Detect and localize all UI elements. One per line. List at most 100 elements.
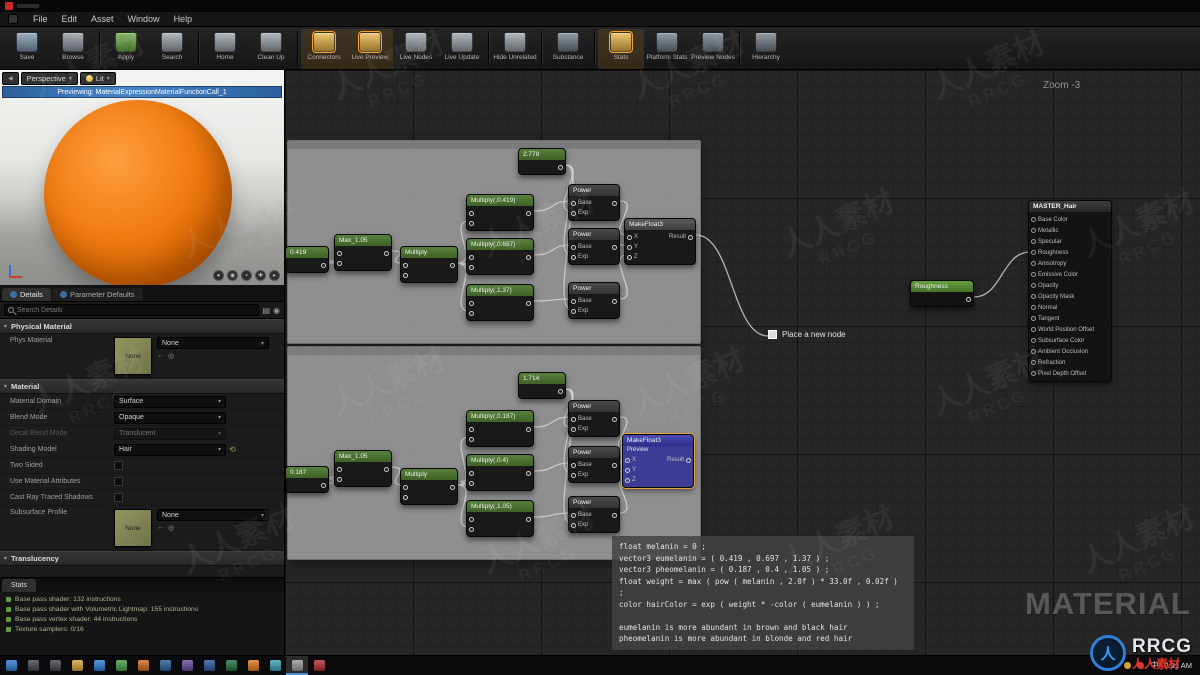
lit-mode-dropdown[interactable]: Lit ▾ [79,72,116,85]
tab-parameter-defaults[interactable]: Parameter Defaults [51,288,143,301]
input-pin[interactable]: Exp [571,210,588,216]
input-pin[interactable] [469,310,476,316]
output-pin[interactable] [610,512,617,518]
perspective-dropdown[interactable]: Perspective ▾ [20,72,78,85]
comment-header[interactable] [288,141,700,149]
graph-node-multiply-0-419[interactable]: Multiply(,0.419) [466,194,534,231]
output-pin[interactable] [524,254,531,260]
menu-window[interactable]: Window [121,13,167,25]
output-pin[interactable] [448,484,455,490]
input-pin[interactable]: Tangent [1031,316,1059,322]
menu-asset[interactable]: Asset [84,13,121,25]
output-pin[interactable] [964,296,971,302]
search-box[interactable] [4,304,260,316]
input-pin[interactable]: Opacity [1031,283,1058,289]
toolbar-button-browse[interactable]: Browse [50,29,96,69]
input-pin[interactable] [403,272,410,278]
toolbar-button-platform-stats[interactable]: Platform Stats [644,29,690,69]
graph-node-2-778[interactable]: 2.778 [518,148,566,175]
input-pin[interactable]: X [625,457,636,463]
dropdown-blend-mode[interactable]: Opaque ▾ [114,411,226,424]
section-header-translucency[interactable]: ▾ Translucency [0,551,284,566]
input-pin[interactable]: Z [627,254,638,260]
input-pin[interactable]: Metallic [1031,228,1058,234]
input-pin[interactable]: Emissive Color [1031,272,1078,278]
output-pin[interactable] [524,300,531,306]
graph-node-power[interactable]: Power Base Exp [568,496,620,533]
use-selected-asset-icon[interactable]: ← [157,352,164,360]
toolbar-button-save[interactable]: Save [4,29,50,69]
input-pin[interactable]: Exp [571,308,588,314]
graph-node-multiply[interactable]: Multiply [400,246,458,283]
input-pin[interactable]: Normal [1031,305,1057,311]
graph-node-roughness[interactable]: Roughness [910,280,974,307]
dropdown-shading-model[interactable]: Hair ▾ [114,443,226,456]
graph-node-power[interactable]: Power Base Exp [568,400,620,437]
comment-header[interactable] [288,347,700,355]
input-pin[interactable]: X [627,234,638,240]
toolbar-button-clean-up[interactable]: Clean Up [248,29,294,69]
input-pin[interactable]: Y [625,467,636,473]
input-pin[interactable]: Refraction [1031,360,1065,366]
dropdown-decal-blend-mode[interactable]: Translucent ▾ [114,427,226,440]
graph-node-multiply-1-05[interactable]: Multiply(,1.05) [466,500,534,537]
toolbar-button-hide-unrelated[interactable]: Hide Unrelated [492,29,538,69]
taskbar-app-start[interactable] [0,656,22,675]
toolbar-button-connectors[interactable]: Connectors [301,29,347,69]
input-pin[interactable] [403,484,410,490]
viewport-collapse-button[interactable]: ◀ [2,72,19,85]
input-pin[interactable] [469,426,476,432]
cube-preview-icon[interactable]: ▪ [241,270,252,281]
taskbar-app-photoshop[interactable] [154,656,176,675]
output-pin[interactable] [382,466,389,472]
output-pin[interactable] [319,262,326,268]
output-pin[interactable] [610,416,617,422]
input-pin[interactable] [469,210,476,216]
output-pin[interactable] [448,262,455,268]
input-pin[interactable]: Base Color [1031,217,1068,223]
checkbox-cast-ray-traced-shadows[interactable] [114,493,123,502]
realtime-toggle-icon[interactable]: ▸ [269,270,280,281]
input-pin[interactable] [469,220,476,226]
taskbar-app-file-explorer[interactable] [66,656,88,675]
taskbar-app-vlc[interactable] [242,656,264,675]
asset-thumbnail-subsurface-profile[interactable]: None [114,509,152,547]
graph-node-makefloat3[interactable]: MakeFloat3 X Result Y Z [624,218,696,265]
input-pin[interactable]: Base [571,200,592,206]
input-pin[interactable]: Base [571,512,592,518]
input-pin[interactable]: Specular [1031,239,1062,245]
output-pin[interactable]: Result [669,234,693,240]
graph-node-power[interactable]: Power Base Exp [568,228,620,265]
graph-node-power[interactable]: Power Base Exp [568,184,620,221]
output-pin[interactable] [610,462,617,468]
input-pin[interactable] [403,262,410,268]
input-pin[interactable]: Subsurface Color [1031,338,1084,344]
input-pin[interactable] [337,476,344,482]
input-pin[interactable]: Base [571,298,592,304]
input-pin[interactable]: Base [571,244,592,250]
taskbar-app-edge[interactable] [88,656,110,675]
input-pin[interactable]: Exp [571,254,588,260]
browse-asset-icon[interactable]: ◎ [168,352,174,360]
graph-node-power[interactable]: Power Base Exp [568,446,620,483]
toolbar-button-live-nodes[interactable]: Live Nodes [393,29,439,69]
output-pin[interactable] [319,482,326,488]
output-pin[interactable] [524,516,531,522]
output-pin[interactable] [382,250,389,256]
section-header-physical-material[interactable]: ▾ Physical Material [0,319,284,334]
toolbar-button-substance[interactable]: Substance [545,29,591,69]
material-node-graph[interactable]: 2.778 Multiply(,0.419) Multiply(,0.697) Mul… [285,70,1200,655]
input-pin[interactable]: Base [571,462,592,468]
sphere-preview-icon[interactable]: ◉ [227,270,238,281]
cylinder-preview-icon[interactable]: ● [213,270,224,281]
place-node-hint[interactable]: Place a new node [768,330,846,339]
graph-node-max-1-05[interactable]: Max_1.05 [334,234,392,271]
checkbox-use-material-attributes[interactable] [114,477,123,486]
graph-node-multiply-1-37[interactable]: Multiply(,1.37) [466,284,534,321]
asset-dropdown-phys-material[interactable]: None ▾ [157,337,269,349]
input-pin[interactable]: Pixel Depth Offset [1031,371,1086,377]
browse-asset-icon[interactable]: ◎ [168,524,174,532]
toolbar-button-live-preview[interactable]: Live Preview [347,29,393,69]
input-pin[interactable]: Roughness [1031,250,1068,256]
search-input[interactable] [17,306,256,314]
